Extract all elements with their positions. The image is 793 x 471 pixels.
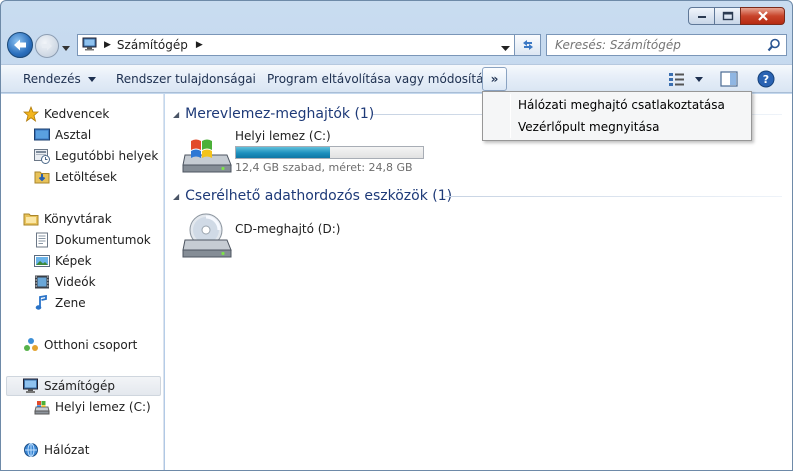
refresh-icon: [522, 40, 533, 50]
group-divider: [445, 196, 782, 197]
nav-favorites-label: Kedvencek: [44, 107, 110, 121]
network-icon: [23, 442, 39, 458]
menu-item-label: Hálózati meghajtó csatlakoztatása: [518, 98, 725, 112]
minimize-button[interactable]: [688, 7, 715, 25]
close-button[interactable]: [740, 7, 785, 25]
cd-drive-item[interactable]: CD-meghajtó (D:): [182, 212, 382, 262]
disk-usage-fill: [236, 147, 330, 158]
close-icon: [757, 11, 768, 21]
disk-usage-bar: [235, 146, 424, 159]
system-properties-label: Rendszer tulajdonságai: [116, 72, 256, 86]
collapse-triangle-icon: ◢: [173, 191, 180, 201]
command-bar: Rendezés Rendszer tulajdonságai Program …: [1, 64, 792, 93]
help-icon: ?: [757, 70, 775, 88]
chevron-down-icon: [695, 76, 703, 82]
nav-music-label: Zene: [55, 296, 86, 310]
star-icon: [23, 106, 39, 122]
maximize-icon: [722, 11, 733, 21]
cd-drive-icon: [182, 212, 232, 263]
hdd-group-header[interactable]: ◢ Merevlemez-meghajtók (1): [173, 104, 374, 124]
drive-icon: [34, 399, 50, 415]
computer-icon: [82, 37, 98, 54]
chevron-down-icon: [87, 76, 96, 82]
breadcrumb-computer[interactable]: Számítógép: [117, 38, 188, 52]
nav-local-disk-label: Helyi lemez (C:): [55, 400, 151, 414]
breadcrumb-separator-icon[interactable]: ▶: [104, 40, 111, 50]
uninstall-program-label: Program eltávolítása vagy módosítása: [267, 72, 498, 86]
back-button[interactable]: [7, 32, 33, 58]
nav-libraries[interactable]: Könyvtárak: [23, 209, 183, 229]
chevron-down-icon: [501, 46, 510, 51]
menu-item-map-network-drive[interactable]: Hálózati meghajtó csatlakoztatása: [484, 94, 750, 116]
downloads-icon: [34, 169, 50, 185]
address-row: ▶ Számítógép ▶: [1, 31, 792, 59]
breadcrumb-separator-icon[interactable]: ▶: [196, 40, 203, 50]
overflow-menu: Hálózati meghajtó csatlakoztatása Vezérl…: [482, 91, 752, 141]
nav-desktop-label: Asztal: [55, 128, 92, 142]
organize-button[interactable]: Rendezés: [23, 65, 96, 93]
minimize-icon: [697, 16, 706, 18]
libraries-icon: [23, 211, 39, 227]
uninstall-program-button[interactable]: Program eltávolítása vagy módosítása: [267, 65, 497, 93]
chevron-down-icon: [62, 46, 70, 51]
preview-pane-button[interactable]: [720, 65, 738, 93]
search-box[interactable]: [546, 34, 787, 56]
more-commands-icon: »: [490, 72, 499, 86]
pictures-icon: [34, 253, 50, 269]
menu-item-open-control-panel[interactable]: Vezérlőpult megnyitása: [484, 116, 750, 138]
hard-drive-icon: [182, 137, 232, 176]
nav-documents-label: Dokumentumok: [55, 233, 151, 247]
forward-arrow-icon: [42, 41, 52, 51]
nav-network[interactable]: Hálózat: [23, 440, 183, 460]
address-dropdown-button[interactable]: [501, 41, 510, 55]
local-disk-item[interactable]: Helyi lemez (C:) 12,4 GB szabad, méret: …: [182, 129, 462, 179]
content-pane: ◢ Merevlemez-meghajtók (1) Helyi lemez (…: [165, 94, 792, 470]
collapse-triangle-icon: ◢: [173, 109, 180, 119]
nav-network-label: Hálózat: [44, 443, 90, 457]
refresh-button[interactable]: [515, 34, 541, 56]
caption-buttons: [688, 7, 785, 25]
nav-pictures-label: Képek: [55, 254, 92, 268]
forward-button[interactable]: [35, 34, 59, 58]
nav-homegroup-label: Otthoni csoport: [44, 338, 138, 352]
cd-drive-name: CD-meghajtó (D:): [235, 222, 341, 236]
local-disk-name: Helyi lemez (C:): [235, 129, 331, 143]
system-properties-button[interactable]: Rendszer tulajdonságai: [116, 65, 256, 93]
hdd-group-title: Merevlemez-meghajtók (1): [185, 106, 375, 122]
desktop-icon: [34, 127, 50, 143]
address-bar[interactable]: ▶ Számítógép ▶: [77, 34, 515, 56]
help-button[interactable]: ?: [757, 65, 775, 93]
preview-pane-icon: [720, 71, 738, 87]
search-icon[interactable]: [767, 38, 781, 55]
recent-pages-dropdown[interactable]: [62, 41, 70, 55]
computer-icon: [23, 378, 39, 394]
removable-group-title: Cserélhető adathordozós eszközök (1): [185, 188, 453, 204]
music-icon: [34, 295, 50, 311]
nav-favorites[interactable]: Kedvencek: [23, 104, 183, 124]
more-commands-button[interactable]: »: [482, 67, 507, 91]
view-details-icon: [669, 73, 684, 86]
homegroup-icon: [23, 337, 39, 353]
change-view-button[interactable]: [668, 65, 703, 93]
local-disk-info: 12,4 GB szabad, méret: 24,8 GB: [235, 161, 413, 174]
maximize-button[interactable]: [714, 7, 741, 25]
nav-homegroup[interactable]: Otthoni csoport: [23, 335, 183, 355]
nav-libraries-label: Könyvtárak: [44, 212, 112, 226]
nav-recent-places-label: Legutóbbi helyek: [55, 149, 159, 163]
nav-downloads-label: Letöltések: [55, 170, 117, 184]
removable-group-header[interactable]: ◢ Cserélhető adathordozós eszközök (1): [173, 186, 452, 206]
organize-label: Rendezés: [23, 72, 81, 86]
back-arrow-icon: [14, 39, 26, 51]
nav-computer[interactable]: Számítógép: [6, 376, 161, 396]
explorer-window: ▶ Számítógép ▶ Rendezés Rendszer tulajdo…: [0, 0, 793, 471]
search-input[interactable]: [555, 38, 760, 52]
svg-text:?: ?: [763, 73, 769, 86]
nav-computer-label: Számítógép: [44, 379, 115, 393]
documents-icon: [34, 232, 50, 248]
videos-icon: [34, 274, 50, 290]
nav-videos-label: Videók: [55, 275, 96, 289]
navigation-pane: Kedvencek Asztal Legutóbbi helyek Letölt…: [1, 94, 164, 470]
recent-places-icon: [34, 148, 50, 164]
menu-item-label: Vezérlőpult megnyitása: [518, 120, 660, 134]
